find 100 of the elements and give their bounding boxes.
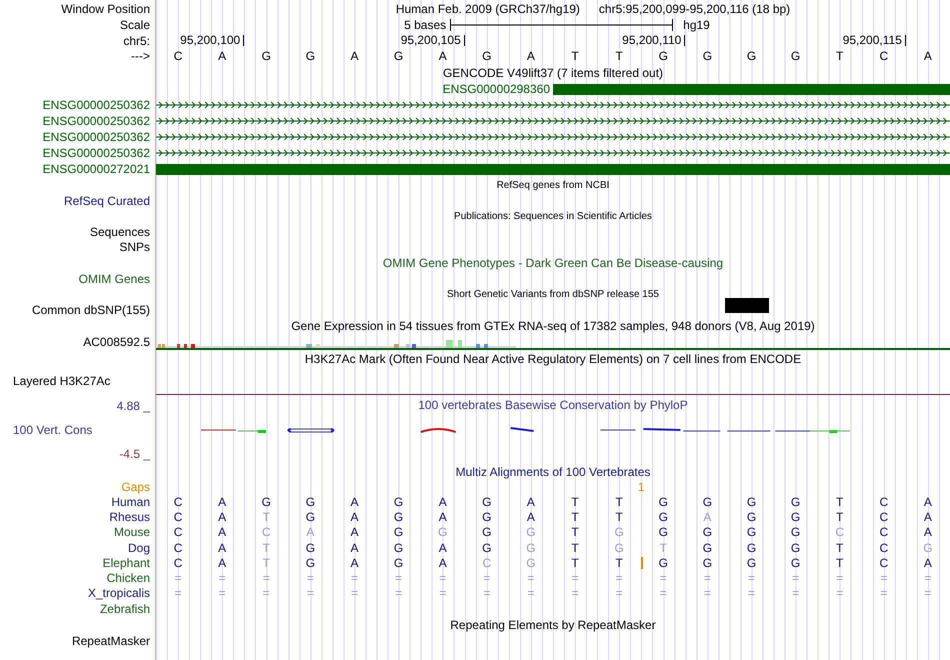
- base-letter: G: [613, 540, 625, 555]
- base-letter: =: [879, 571, 888, 586]
- assembly-title: Human Feb. 2009 (GRCh37/hg19): [396, 2, 580, 16]
- base-letter: =: [923, 586, 932, 600]
- track-label[interactable]: Dog: [128, 540, 150, 555]
- base-letter: A: [922, 494, 933, 509]
- axis-min-label: -4.5 _: [119, 447, 152, 461]
- base-letter: G: [702, 556, 714, 570]
- base-letter: G: [304, 540, 316, 555]
- track-label[interactable]: Rhesus: [109, 510, 150, 524]
- track-label[interactable]: RefSeq Curated: [64, 194, 150, 208]
- base-letter: G: [481, 494, 492, 509]
- base-letter: A: [217, 49, 228, 63]
- base-letter: =: [746, 571, 756, 586]
- base-letter: G: [392, 49, 404, 63]
- ruler-tick: 95,200,100: [156, 35, 244, 46]
- base-letter: =: [791, 586, 800, 600]
- gap-count: 1: [636, 480, 646, 494]
- base-letter: C: [834, 525, 846, 540]
- gene-block[interactable]: [156, 164, 950, 174]
- track-title: H3K27Ac Mark (Often Found Near Active Regulatory Elements) on 7 cell lines from ENCODE: [304, 352, 802, 366]
- base-letter: A: [349, 540, 360, 555]
- base-letter: C: [172, 525, 184, 540]
- base-letter: =: [879, 586, 888, 600]
- gene-label[interactable]: ENSG00000272021: [42, 162, 150, 176]
- base-letter: G: [922, 540, 934, 555]
- base-letter: A: [922, 49, 933, 63]
- track-label[interactable]: Common dbSNP(155): [32, 302, 150, 316]
- base-letter: =: [350, 571, 359, 586]
- base-letter: A: [349, 525, 360, 540]
- track-title: Multiz Alignments of 100 Vertebrates: [456, 464, 650, 478]
- gene-arrows-drawing[interactable]: [156, 148, 950, 158]
- track-label[interactable]: Sequences: [90, 224, 150, 238]
- track-label[interactable]: RepeatMasker: [72, 634, 150, 648]
- base-letter: A: [438, 510, 448, 524]
- base-letter: =: [658, 586, 668, 600]
- track-label[interactable]: Scale: [120, 18, 150, 32]
- base-letter: =: [262, 586, 271, 600]
- track-label[interactable]: X_tropicalis: [88, 586, 150, 600]
- gene-arrows-drawing[interactable]: [156, 132, 950, 142]
- base-letter: =: [306, 571, 315, 586]
- base-letter: C: [172, 556, 184, 570]
- track-label[interactable]: 100 Vert. Cons: [0, 423, 92, 437]
- track-title: 100 vertebrates Basewise Conservation by PhyloP: [418, 398, 688, 412]
- base-letter: G: [790, 525, 802, 540]
- track-label[interactable]: Zebrafish: [100, 602, 150, 616]
- gene-label[interactable]: ENSG00000250362: [42, 146, 150, 160]
- base-letter: =: [482, 571, 492, 586]
- base-letter: A: [305, 525, 316, 540]
- track-title: Publications: Sequences in Scientific Articles: [454, 210, 652, 222]
- base-letter: G: [525, 525, 537, 540]
- base-letter: C: [878, 49, 890, 63]
- base-letter: T: [835, 556, 844, 570]
- base-letter: =: [526, 586, 536, 600]
- base-letter: =: [614, 586, 624, 600]
- base-letter: G: [260, 494, 272, 509]
- base-letter: G: [481, 540, 492, 555]
- base-letter: A: [922, 510, 933, 524]
- base-letter: G: [481, 510, 492, 524]
- base-letter: G: [304, 510, 316, 524]
- track-title: OMIM Gene Phenotypes - Dark Green Can Be Disease-causing: [382, 256, 724, 270]
- base-letter: G: [658, 494, 669, 509]
- base-letter: =: [658, 571, 668, 586]
- base-letter: A: [217, 525, 228, 540]
- base-letter: =: [306, 586, 315, 600]
- track-label[interactable]: Window Position: [61, 2, 150, 16]
- base-letter: A: [438, 540, 448, 555]
- base-letter: A: [526, 49, 536, 63]
- track-label[interactable]: chr5:: [123, 34, 150, 48]
- base-letter: G: [304, 556, 316, 570]
- track-label[interactable]: Human: [111, 494, 150, 509]
- base-letter: T: [835, 510, 844, 524]
- gene-label[interactable]: ENSG00000250362: [42, 98, 150, 112]
- track-label[interactable]: Elephant: [102, 556, 150, 570]
- base-letter: A: [438, 556, 448, 570]
- base-letter: G: [392, 510, 404, 524]
- track-title: RefSeq genes from NCBI: [496, 180, 610, 190]
- base-letter: T: [835, 540, 844, 555]
- base-letter: G: [790, 540, 802, 555]
- track-label[interactable]: --->: [131, 49, 150, 63]
- track-label[interactable]: OMIM Genes: [78, 272, 150, 286]
- gene-arrows-drawing[interactable]: [156, 116, 950, 126]
- track-label[interactable]: AC008592.5: [83, 335, 150, 349]
- gene-label[interactable]: ENSG00000250362: [42, 114, 150, 128]
- base-letter: G: [790, 556, 802, 570]
- track-label[interactable]: SNPs: [119, 240, 150, 254]
- track-label[interactable]: Mouse: [114, 525, 150, 540]
- base-letter: G: [702, 49, 714, 63]
- base-letter: =: [218, 586, 227, 600]
- base-letter: =: [482, 586, 492, 600]
- gene-label[interactable]: ENSG00000250362: [42, 130, 150, 144]
- base-letter: G: [746, 540, 758, 555]
- gene-label[interactable]: ENSG00000298360: [156, 82, 553, 96]
- gene-block[interactable]: [553, 84, 950, 94]
- base-letter: T: [570, 525, 580, 540]
- base-letter: A: [217, 510, 228, 524]
- track-label[interactable]: Layered H3K27Ac: [13, 374, 110, 388]
- track-label[interactable]: Chicken: [106, 571, 150, 586]
- gene-arrows-drawing[interactable]: [156, 100, 950, 110]
- base-letter: =: [570, 571, 580, 586]
